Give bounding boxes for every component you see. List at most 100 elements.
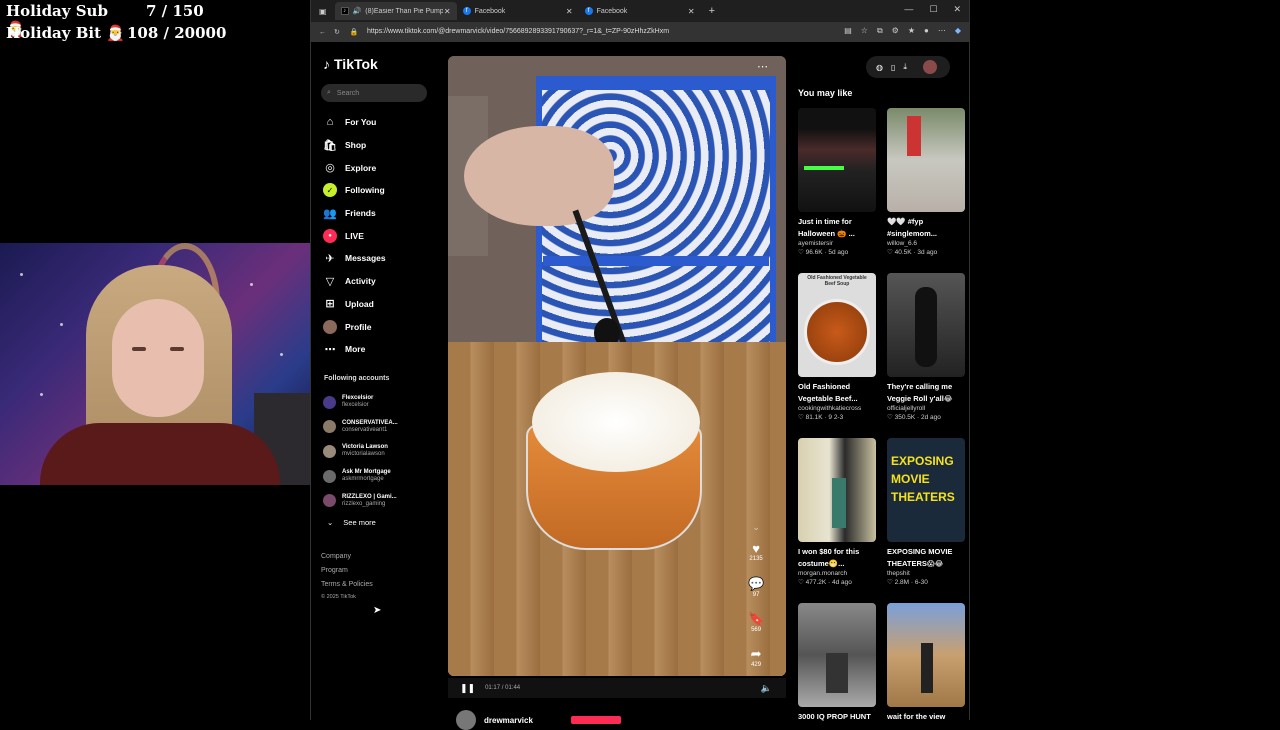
recommendation-card[interactable]: EXPOSING MOVIE THEATERS EXPOSING MOVIE T… xyxy=(887,438,965,588)
nav-shop[interactable]: 🛍 Shop xyxy=(323,134,386,157)
nav-live[interactable]: ● LIVE xyxy=(323,224,386,247)
like-button[interactable]: ♥ 2135 xyxy=(749,541,762,574)
account-item[interactable]: RIZZLEXO | Gami... rizzlexo_gaming xyxy=(323,488,398,513)
close-tab-icon[interactable]: ✕ xyxy=(444,7,451,16)
profile-avatar-icon[interactable]: ● xyxy=(924,26,929,36)
tab-facebook-2[interactable]: f Facebook ✕ xyxy=(579,2,701,20)
following-accounts-list: Flexcelsior flexcelsior CONSERVATIVEA... c… xyxy=(323,390,398,513)
following-icon: ✓ xyxy=(323,183,337,198)
comment-button[interactable]: 💬 97 xyxy=(748,576,764,609)
profile-avatar[interactable] xyxy=(922,60,937,74)
holiday-bit-label: Holiday Bit 🎅 xyxy=(6,24,125,42)
footer-program-link[interactable]: Program xyxy=(321,564,373,578)
webcam-feed xyxy=(0,243,314,485)
favorites-icon[interactable]: ★ xyxy=(908,26,915,36)
recommendation-card[interactable]: 🤍🤍 #fyp #singlemom... willow_6.6 ♡ 40.5K… xyxy=(887,108,965,258)
nav-activity[interactable]: ▽ Activity xyxy=(323,270,386,293)
nav-friends[interactable]: 👥 Friends xyxy=(323,202,386,225)
chevron-down-icon[interactable]: ⌄ xyxy=(752,522,760,533)
live-icon: ● xyxy=(323,228,337,243)
new-tab-button[interactable]: + xyxy=(709,5,715,17)
tab-title: (8)Easier Than Pie Pumpkin P xyxy=(365,7,444,15)
see-more-button[interactable]: ⌄ See more xyxy=(327,518,376,527)
tiktok-page: ♪ TikTok ⌕ Search ⌂ For You 🛍 Shop ◎ Explor… xyxy=(311,42,969,730)
tab-title: Facebook xyxy=(474,7,506,15)
nav-messages[interactable]: ✈ Messages xyxy=(323,247,385,270)
lock-icon: 🔒 xyxy=(349,29,359,36)
close-tab-icon[interactable]: ✕ xyxy=(566,7,573,16)
tab-facebook-1[interactable]: f Facebook ✕ xyxy=(457,2,579,20)
following-accounts-title: Following accounts xyxy=(324,375,390,382)
facebook-favicon-icon: f xyxy=(584,7,593,15)
nav-explore[interactable]: ◎ Explore xyxy=(323,156,386,179)
footer-terms-link[interactable]: Terms & Policies xyxy=(321,578,373,592)
top-right-actions: ◍ ▯ ⤓ xyxy=(866,56,950,78)
heart-icon: ♥ xyxy=(752,541,760,556)
account-item[interactable]: Flexcelsior flexcelsior xyxy=(323,390,398,415)
video-thumbnail: Old Fashioned Vegetable Beef Soup xyxy=(798,273,876,377)
account-item[interactable]: Victoria Lawson mvictorialawson xyxy=(323,439,398,464)
minimize-icon[interactable]: — xyxy=(904,4,913,15)
sidebar-nav: ⌂ For You 🛍 Shop ◎ Explore ✓ Following 👥 Frie… xyxy=(323,111,386,361)
nav-upload[interactable]: ⊞ Upload xyxy=(323,293,386,316)
maximize-icon[interactable]: ☐ xyxy=(929,4,937,15)
avatar xyxy=(323,494,336,508)
download-icon[interactable]: ⤓ xyxy=(903,62,907,72)
speaker-icon[interactable]: 🔊 xyxy=(353,7,362,15)
save-count: 569 xyxy=(751,627,762,633)
video-player[interactable] xyxy=(448,56,786,676)
friends-icon: 👥 xyxy=(323,207,337,220)
tab-actions-icon[interactable]: ▣ xyxy=(319,7,327,16)
avatar xyxy=(456,710,476,730)
recommendation-card[interactable]: 3000 IQ PROP HUNT xyxy=(798,603,876,723)
copilot-icon[interactable]: ◆ xyxy=(955,26,961,36)
video-more-options-icon[interactable]: ⋯ xyxy=(757,60,768,73)
refresh-icon[interactable]: ↻ xyxy=(334,28,340,36)
share-button[interactable]: ➦ 429 xyxy=(751,646,762,679)
bookmark-icon: 🔖 xyxy=(748,611,765,626)
menu-dots-icon[interactable]: ⋯ xyxy=(938,26,946,36)
recommendation-card[interactable]: I won $80 for this costume😬... morgan.mo… xyxy=(798,438,876,588)
comment-icon: 💬 xyxy=(748,576,765,591)
recommendation-card[interactable]: wait for the view xyxy=(887,603,965,723)
you-may-like-title: You may like xyxy=(798,88,853,98)
account-item[interactable]: CONSERVATIVEA... conservativeant1 xyxy=(323,415,398,440)
video-thumbnail xyxy=(798,108,876,212)
tiktok-logo[interactable]: ♪ TikTok xyxy=(323,56,378,72)
nav-following[interactable]: ✓ Following xyxy=(323,179,386,202)
follow-button[interactable] xyxy=(570,716,621,724)
close-tab-icon[interactable]: ✕ xyxy=(688,7,695,16)
save-button[interactable]: 🔖 569 xyxy=(748,611,764,644)
recommendation-card[interactable]: Just in time for Halloween 🎃 ... ayemist… xyxy=(798,108,876,258)
activity-icon: ▽ xyxy=(325,275,335,288)
nav-profile[interactable]: Profile xyxy=(323,315,386,338)
nav-more[interactable]: ⋯ More xyxy=(323,338,386,361)
avatar xyxy=(323,420,336,434)
back-icon[interactable]: ← xyxy=(319,29,326,36)
split-icon[interactable]: ⧉ xyxy=(877,26,883,36)
address-bar: ← ↻ 🔒 https://www.tiktok.com/@drewmarvic… xyxy=(311,22,969,42)
extensions-icon[interactable]: ⚙ xyxy=(892,26,899,36)
video-thumbnail: EXPOSING MOVIE THEATERS xyxy=(887,438,965,542)
recommendation-card[interactable]: Old Fashioned Vegetable Beef Soup Old Fa… xyxy=(798,273,876,423)
favorite-star-icon[interactable]: ☆ xyxy=(861,26,868,36)
nav-for-you[interactable]: ⌂ For You xyxy=(323,111,386,134)
device-icon[interactable]: ▯ xyxy=(891,63,895,72)
coins-icon[interactable]: ◍ xyxy=(876,63,883,72)
video-actions: ⌄ ♥ 2135 💬 97 🔖 569 ➦ 429 xyxy=(748,522,764,679)
search-input[interactable]: ⌕ Search xyxy=(321,84,427,102)
footer-company-link[interactable]: Company xyxy=(321,550,373,564)
recommendation-card[interactable]: They're calling me Veggie Roll y'all😂 of… xyxy=(887,273,965,423)
video-author[interactable]: drewmarvick xyxy=(456,710,621,730)
tab-tiktok[interactable]: ♪ 🔊 (8)Easier Than Pie Pumpkin P ✕ xyxy=(334,2,457,20)
reader-icon[interactable]: ▤ xyxy=(844,26,852,36)
browser-window: ▣ ♪ 🔊 (8)Easier Than Pie Pumpkin P ✕ f F… xyxy=(310,0,970,730)
pause-icon[interactable]: ❚❚ xyxy=(460,683,475,694)
url-field[interactable]: https://www.tiktok.com/@drewmarvick/vide… xyxy=(367,28,669,35)
volume-icon[interactable]: 🔈 xyxy=(761,683,772,694)
shop-icon: 🛍 xyxy=(323,139,337,152)
video-thumbnail xyxy=(887,603,965,707)
avatar xyxy=(323,469,336,483)
close-window-icon[interactable]: ✕ xyxy=(953,4,961,15)
account-item[interactable]: Ask Mr Mortgage askmrmortgage xyxy=(323,464,398,489)
